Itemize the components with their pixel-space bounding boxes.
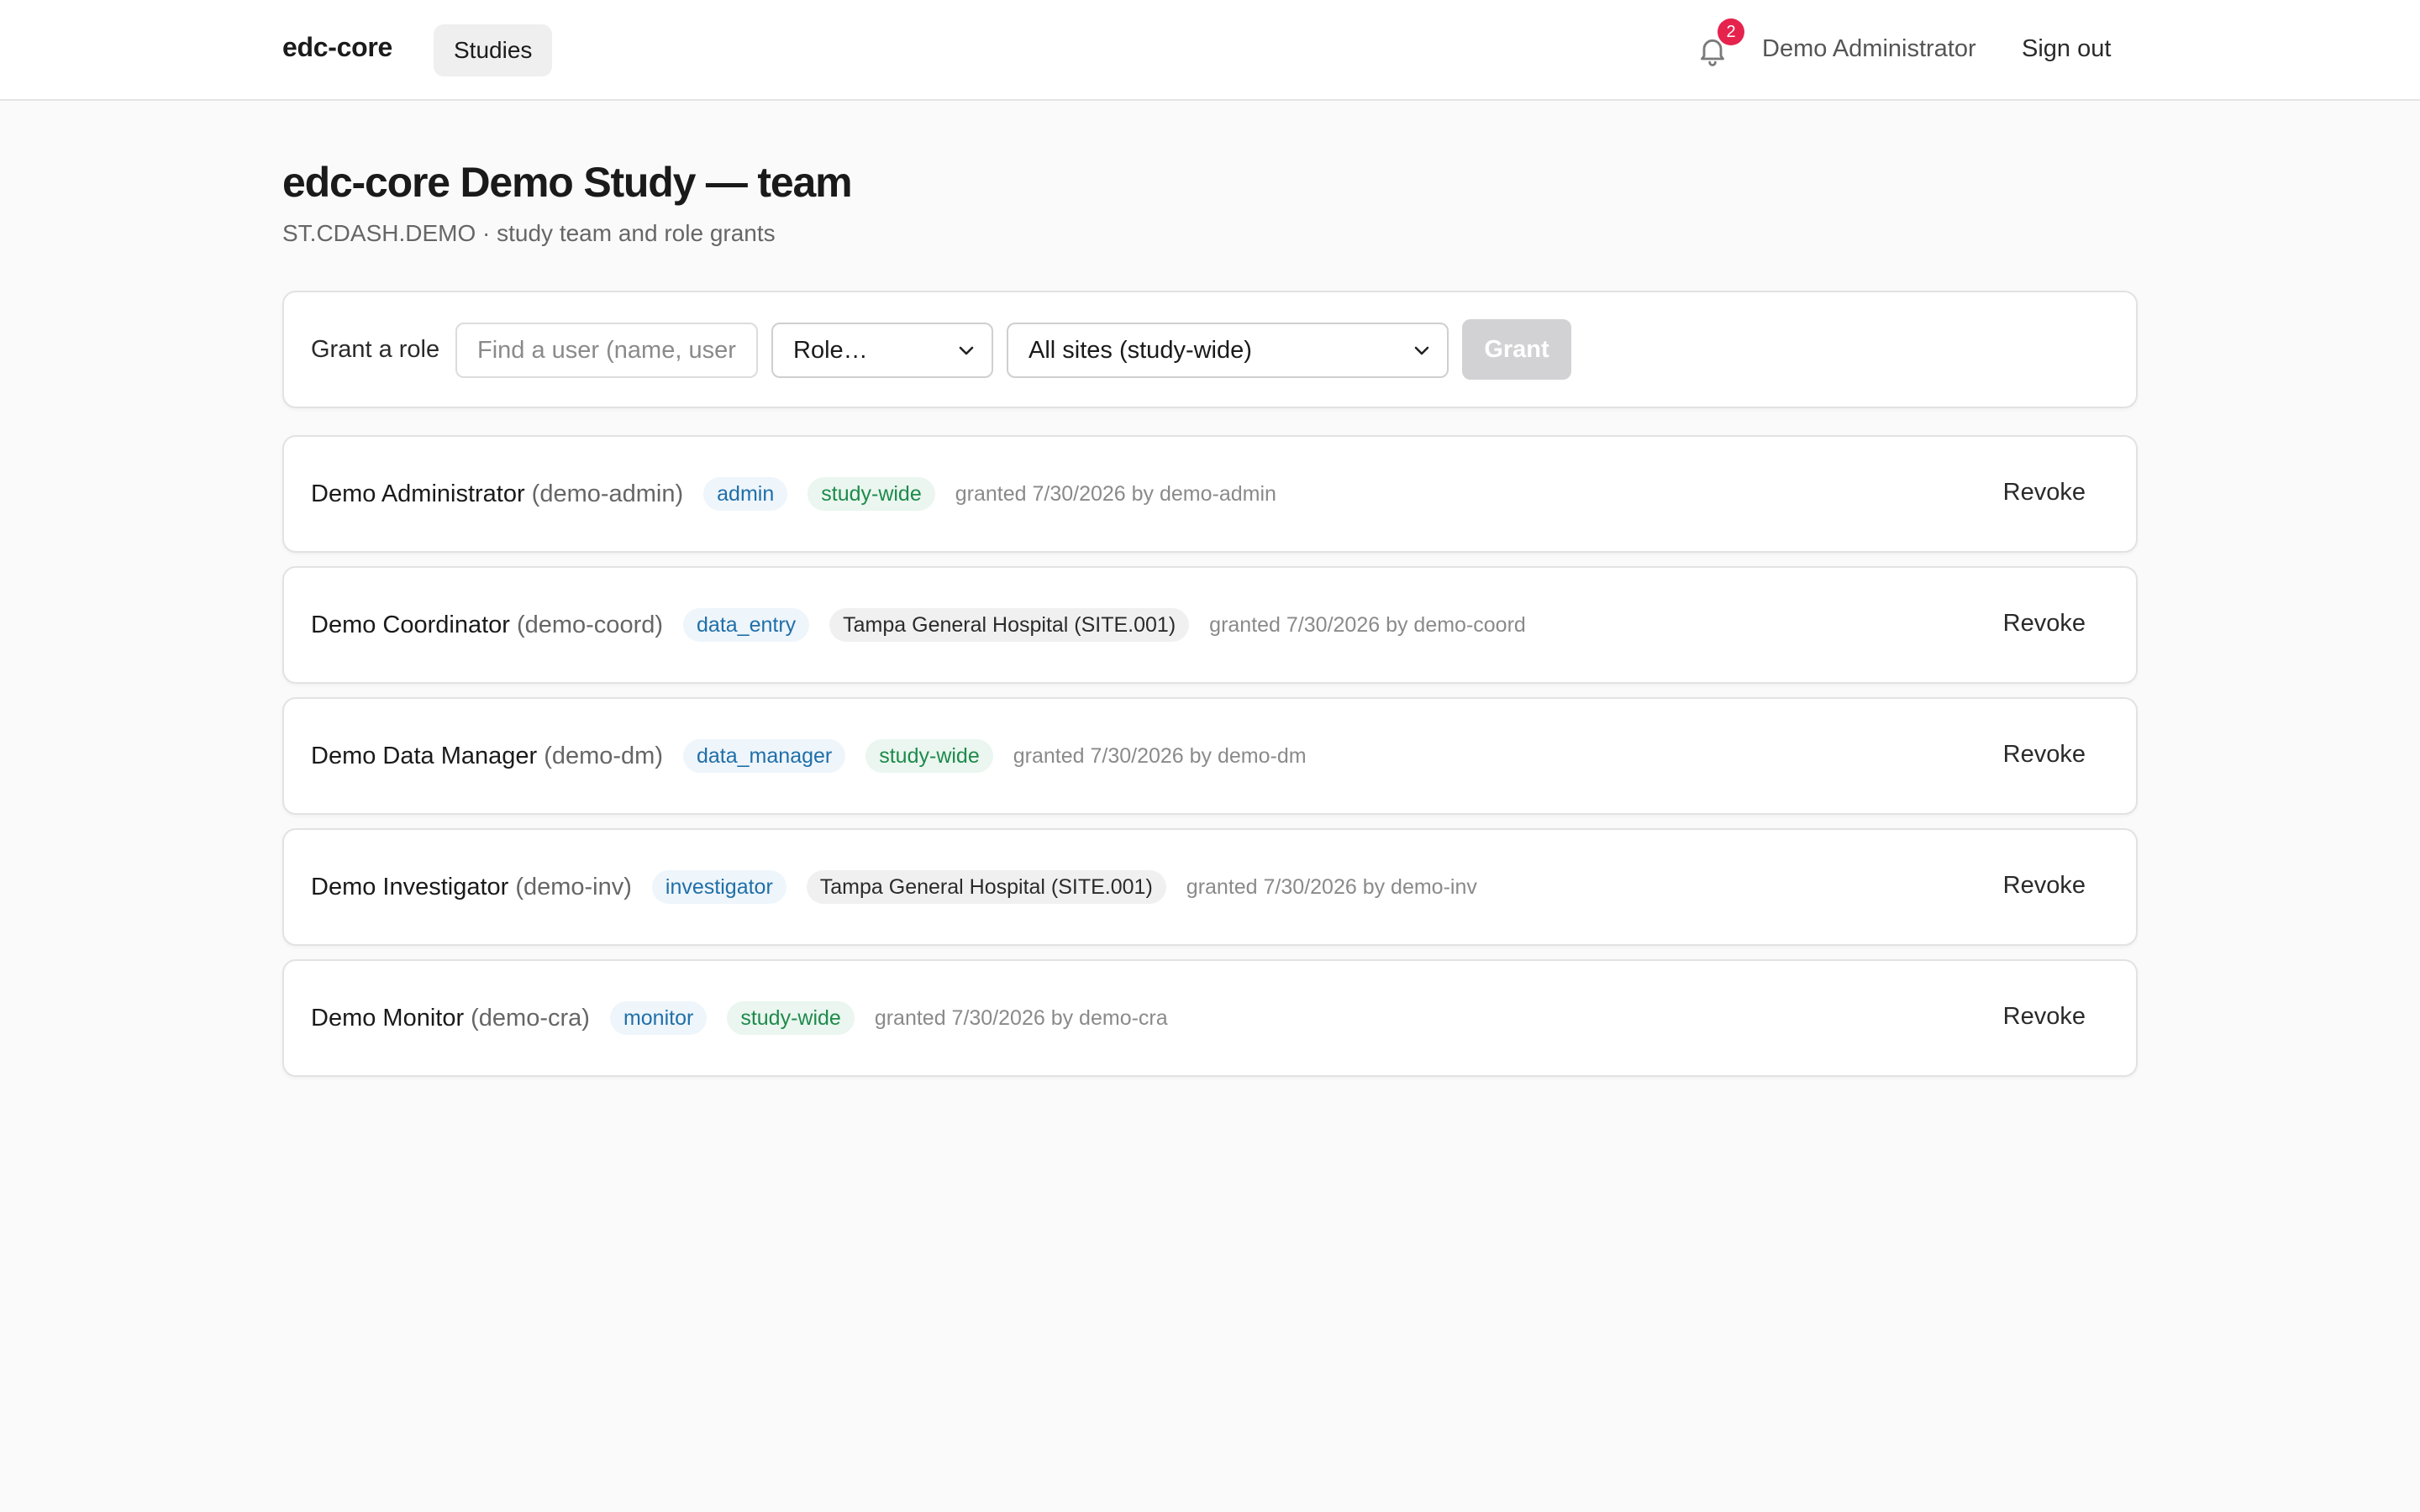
member-details: Demo Data Manager (demo-dm) data_manager st… [311,699,1307,813]
site-scope-pill: Tampa General Hospital (SITE.001) [806,870,1166,904]
member-username: (demo-inv) [515,873,632,900]
revoke-button[interactable]: Revoke [2003,872,2086,900]
page-title: edc-core Demo Study — team [282,159,853,206]
member-username: (demo-cra) [471,1004,590,1032]
user-search-input[interactable] [455,323,758,378]
site-scope-pill: Tampa General Hospital (SITE.001) [829,608,1190,642]
chevron-down-icon [959,346,974,355]
role-pill: admin [703,477,788,511]
top-navigation-bar: edc-core Studies 2 Demo Administrator Si… [0,0,2420,101]
revoke-button[interactable]: Revoke [2003,741,2086,769]
member-username: (demo-coord) [516,611,664,638]
grant-info: granted 7/30/2026 by demo-inv [1186,874,1477,899]
member-details: Demo Coordinator (demo-coord) data_entry Ta… [311,568,1526,682]
site-select-value: All sites (study-wide) [1028,337,1252,364]
role-pill: monitor [609,1001,708,1035]
chevron-down-icon [1414,346,1429,355]
grant-info: granted 7/30/2026 by demo-dm [1013,743,1307,768]
grant-role-label: Grant a role [311,336,440,363]
revoke-button[interactable]: Revoke [2003,479,2086,507]
team-member-row: Demo Data Manager (demo-dm) data_manager st… [282,697,2138,815]
nav-studies-link[interactable]: Studies [434,24,553,76]
team-member-row: Demo Administrator (demo-admin) admin study… [282,435,2138,553]
revoke-button[interactable]: Revoke [2003,1003,2086,1031]
notification-count-badge: 2 [1718,18,1744,45]
member-details: Demo Monitor (demo-cra) monitor study-wide g… [311,961,1168,1075]
grant-info: granted 7/30/2026 by demo-coord [1209,612,1526,637]
member-details: Demo Investigator (demo-inv) investigator T… [311,830,1477,944]
brand-logo-text[interactable]: edc-core [282,32,392,63]
page-subtitle: ST.CDASH.DEMO · study team and role gran… [282,220,776,246]
role-pill: data_entry [683,608,810,642]
team-member-row: Demo Coordinator (demo-coord) data_entry Ta… [282,566,2138,684]
site-select[interactable]: All sites (study-wide) [1007,323,1449,378]
grant-info: granted 7/30/2026 by demo-admin [955,481,1276,506]
member-name: Demo Investigator [311,873,509,900]
study-wide-pill: study-wide [727,1001,855,1035]
grant-role-form: Grant a role Role… All sites (study-wide… [282,291,2138,408]
study-wide-pill: study-wide [808,477,935,511]
role-select-value: Role… [793,337,868,364]
member-name: Demo Coordinator [311,611,510,638]
role-pill: investigator [651,870,786,904]
revoke-button[interactable]: Revoke [2003,610,2086,638]
team-member-row: Demo Monitor (demo-cra) monitor study-wide g… [282,959,2138,1077]
sign-out-button[interactable]: Sign out [2022,35,2111,63]
role-pill: data_manager [683,739,846,773]
study-wide-pill: study-wide [865,739,993,773]
current-user-name: Demo Administrator [1762,35,1976,62]
member-name: Demo Data Manager [311,742,538,769]
member-name: Demo Monitor [311,1004,465,1032]
member-name: Demo Administrator [311,480,525,507]
team-member-row: Demo Investigator (demo-inv) investigator T… [282,828,2138,946]
grant-info: granted 7/30/2026 by demo-cra [874,1005,1168,1030]
grant-button[interactable]: Grant [1462,319,1571,380]
role-select[interactable]: Role… [771,323,993,378]
member-details: Demo Administrator (demo-admin) admin study… [311,437,1276,551]
member-username: (demo-dm) [544,742,663,769]
member-username: (demo-admin) [531,480,684,507]
